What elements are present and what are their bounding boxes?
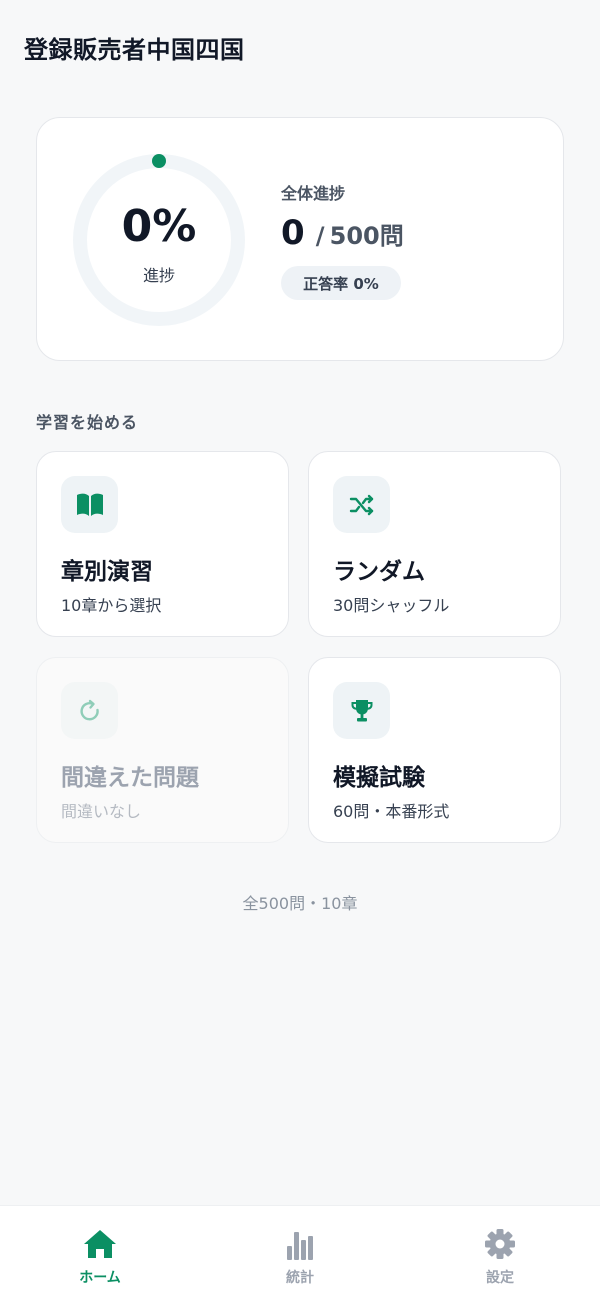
mock-exam-subtitle: 60問・本番形式 bbox=[333, 802, 450, 821]
question-count: 0 / 500問 bbox=[281, 213, 404, 253]
gear-icon bbox=[482, 1226, 518, 1262]
progress-indicator-dot bbox=[152, 154, 166, 168]
retry-icon bbox=[61, 682, 118, 739]
nav-stats-label: 統計 bbox=[286, 1270, 314, 1286]
nav-settings[interactable]: 設定 bbox=[400, 1206, 600, 1300]
progress-percent: 0% bbox=[121, 201, 197, 252]
answered-count: 0 bbox=[281, 213, 305, 253]
overall-progress-label: 全体進捗 bbox=[281, 184, 346, 203]
footer-note: 全500問・10章 bbox=[242, 894, 358, 913]
chapter-practice-title: 章別演習 bbox=[61, 559, 153, 585]
nav-home[interactable]: ホーム bbox=[0, 1206, 200, 1300]
wrong-answers-card: 間違えた問題 間違いなし bbox=[36, 657, 289, 843]
chapter-practice-card[interactable]: 章別演習 10章から選択 bbox=[36, 451, 289, 637]
random-card[interactable]: ランダム 30問シャッフル bbox=[308, 451, 561, 637]
shuffle-icon bbox=[333, 476, 390, 533]
section-heading: 学習を始める bbox=[36, 413, 139, 432]
random-subtitle: 30問シャッフル bbox=[333, 596, 450, 615]
accuracy-badge: 正答率 0% bbox=[281, 266, 401, 300]
stats-icon bbox=[282, 1226, 318, 1262]
trophy-icon bbox=[333, 682, 390, 739]
nav-settings-label: 設定 bbox=[486, 1270, 514, 1286]
book-icon bbox=[61, 476, 118, 533]
wrong-answers-subtitle: 間違いなし bbox=[61, 802, 142, 821]
mock-exam-title: 模擬試験 bbox=[333, 765, 425, 791]
progress-card: 0% 進捗 全体進捗 0 / 500問 正答率 0% bbox=[36, 117, 564, 361]
count-separator: / bbox=[315, 222, 325, 250]
chapter-practice-subtitle: 10章から選択 bbox=[61, 596, 162, 615]
bottom-nav: ホーム 統計 設定 bbox=[0, 1205, 600, 1300]
wrong-answers-title: 間違えた問題 bbox=[61, 765, 199, 791]
nav-stats[interactable]: 統計 bbox=[200, 1206, 400, 1300]
total-count: 500問 bbox=[329, 222, 404, 250]
app-title: 登録販売者中国四国 bbox=[24, 36, 245, 64]
home-icon bbox=[82, 1226, 118, 1262]
progress-ring: 0% 進捗 bbox=[72, 153, 246, 327]
random-title: ランダム bbox=[333, 559, 425, 585]
progress-caption: 進捗 bbox=[142, 266, 175, 285]
nav-home-label: ホーム bbox=[79, 1270, 121, 1286]
mock-exam-card[interactable]: 模擬試験 60問・本番形式 bbox=[308, 657, 561, 843]
